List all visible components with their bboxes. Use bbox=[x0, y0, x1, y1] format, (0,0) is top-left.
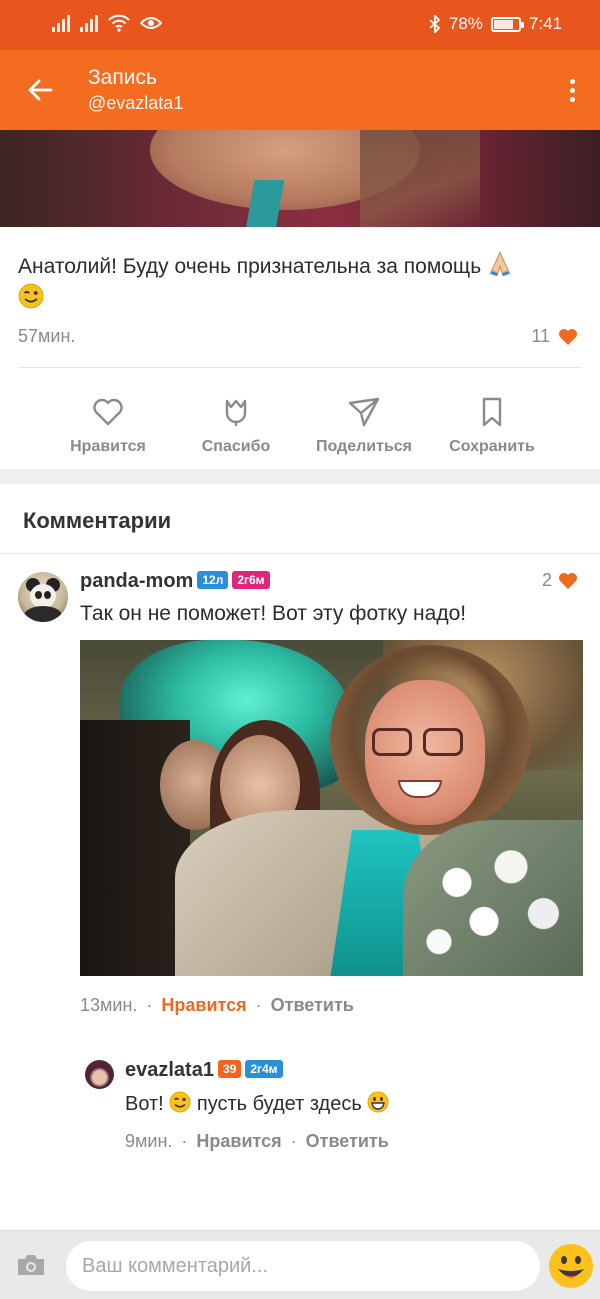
comment-reply-button[interactable]: Ответить bbox=[271, 995, 354, 1016]
status-icons-right: 78% 7:41 bbox=[429, 14, 562, 34]
reply-author: evazlata1 39 2г4м bbox=[125, 1059, 283, 1082]
comment-author-name[interactable]: panda-mom bbox=[80, 570, 193, 592]
like-button[interactable]: Нравится bbox=[44, 395, 172, 465]
camera-icon[interactable] bbox=[16, 1253, 46, 1277]
comment-photo[interactable] bbox=[80, 640, 583, 976]
winking-face-emoji-icon bbox=[169, 1091, 191, 1113]
signal-icon-2 bbox=[80, 14, 98, 32]
reply-time: 9мин. bbox=[125, 1131, 173, 1151]
section-separator bbox=[0, 469, 600, 484]
emoji-picker-icon[interactable] bbox=[548, 1243, 594, 1289]
more-vertical-icon bbox=[569, 78, 575, 84]
avatar[interactable] bbox=[85, 1060, 114, 1089]
reply-like-button[interactable]: Нравится bbox=[196, 1131, 281, 1152]
status-bar: 78% 7:41 bbox=[0, 0, 600, 50]
post-text-content: Анатолий! Буду очень признательна за пом… bbox=[18, 255, 482, 278]
reply-text: Вот! пусть будет здесь bbox=[125, 1091, 389, 1116]
eye-icon bbox=[140, 17, 162, 29]
comment-like-button[interactable]: Нравится bbox=[161, 995, 246, 1016]
comment-input[interactable] bbox=[66, 1241, 540, 1291]
clock: 7:41 bbox=[528, 14, 562, 33]
reply-text-part1: Вот! bbox=[125, 1093, 164, 1115]
post-photo[interactable] bbox=[0, 130, 600, 227]
send-icon bbox=[348, 397, 380, 427]
age-badge: 39 bbox=[217, 1060, 242, 1078]
heart-icon bbox=[559, 572, 577, 589]
divider bbox=[0, 553, 600, 554]
membership-badge: 2г6м bbox=[232, 571, 270, 589]
comment-meta: 13мин. · Нравится · Ответить bbox=[80, 995, 354, 1016]
post-meta: 57мин. 11 bbox=[18, 326, 578, 348]
age-badge: 12л bbox=[197, 571, 229, 589]
share-label: Поделиться bbox=[315, 438, 413, 455]
post-time: 57мин. bbox=[18, 326, 76, 346]
reply-text-part2: пусть будет здесь bbox=[196, 1093, 362, 1115]
page-title: Запись bbox=[88, 66, 157, 89]
comment-author: panda-mom 12л 2г6м bbox=[80, 570, 270, 593]
share-button[interactable]: Поделиться bbox=[300, 395, 428, 465]
heart-outline-icon bbox=[93, 398, 123, 426]
grinning-face-emoji-icon bbox=[367, 1091, 389, 1113]
wifi-icon bbox=[108, 14, 130, 32]
reply-author-name[interactable]: evazlata1 bbox=[125, 1059, 214, 1081]
avatar[interactable] bbox=[18, 572, 68, 622]
membership-badge: 2г4м bbox=[245, 1060, 283, 1078]
screen: 78% 7:41 Запись @evazlata1 Анатолий! Буд… bbox=[0, 0, 600, 1299]
post-actions: Нравится Спасибо Поделиться Сохранить bbox=[44, 395, 556, 465]
post-likes[interactable]: 11 bbox=[531, 326, 578, 347]
comments-title: Комментарии bbox=[23, 508, 172, 533]
post-text: Анатолий! Буду очень признательна за пом… bbox=[18, 250, 578, 316]
save-label: Сохранить bbox=[449, 438, 535, 455]
page-subtitle[interactable]: @evazlata1 bbox=[88, 93, 183, 114]
bookmark-icon bbox=[482, 397, 502, 427]
reply-reply-button[interactable]: Ответить bbox=[306, 1131, 389, 1152]
more-menu-button[interactable] bbox=[560, 72, 584, 108]
comment-likes-count: 2 bbox=[541, 570, 552, 590]
divider bbox=[18, 367, 582, 368]
thanks-button[interactable]: Спасибо bbox=[172, 395, 300, 465]
tulip-icon bbox=[225, 399, 247, 426]
comment-composer bbox=[0, 1230, 600, 1299]
signal-icon bbox=[52, 14, 70, 32]
bluetooth-icon bbox=[429, 15, 441, 33]
arrow-left-icon bbox=[28, 79, 53, 101]
comment-text: Так он не поможет! Вот эту фотку надо! bbox=[80, 602, 467, 625]
winking-face-emoji-icon bbox=[18, 283, 44, 309]
heart-icon bbox=[559, 328, 577, 345]
battery-percent: 78% bbox=[448, 14, 483, 33]
comment-likes[interactable]: 2 bbox=[542, 570, 578, 591]
comment-time: 13мин. bbox=[80, 995, 138, 1015]
save-button[interactable]: Сохранить bbox=[428, 395, 556, 465]
back-button[interactable] bbox=[20, 72, 60, 108]
battery-icon bbox=[490, 16, 524, 32]
thanks-label: Спасибо bbox=[201, 438, 271, 455]
like-label: Нравится bbox=[70, 438, 146, 455]
app-bar: Запись @evazlata1 bbox=[0, 50, 600, 130]
post-likes-count: 11 bbox=[531, 326, 550, 346]
praying-hands-emoji-icon bbox=[490, 250, 510, 276]
status-icons-left bbox=[52, 14, 162, 32]
reply-meta: 9мин. · Нравится · Ответить bbox=[125, 1131, 389, 1152]
